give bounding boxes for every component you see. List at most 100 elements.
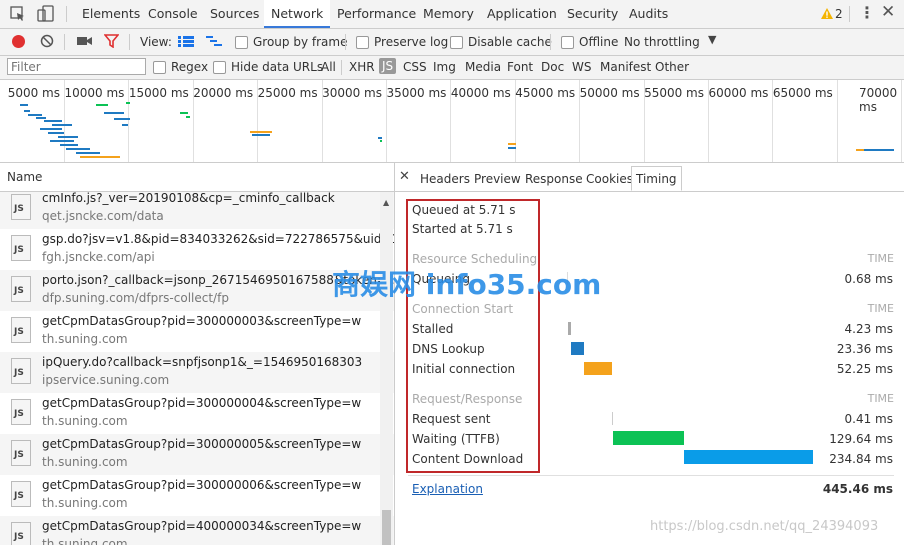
hide-data-urls-checkbox[interactable] xyxy=(213,61,226,74)
detail-tab-cookies[interactable]: Cookies xyxy=(586,172,633,186)
request-name: cmInfo.js?_ver=20190108&cp=_cminfo_callb… xyxy=(42,192,335,205)
bar-content-download xyxy=(684,450,813,464)
filter-type-img[interactable]: Img xyxy=(433,60,456,74)
tab-audits[interactable]: Audits xyxy=(629,0,668,28)
timeline-tick-label: 10000 ms xyxy=(64,86,125,100)
filter-type-ws[interactable]: WS xyxy=(572,60,591,74)
total-time: 445.46 ms xyxy=(822,482,893,496)
waterfall-overview-icon[interactable] xyxy=(206,35,223,48)
overview-bar xyxy=(48,132,64,134)
warning-count: 2 xyxy=(835,7,843,21)
tab-security[interactable]: Security xyxy=(567,0,618,28)
offline-checkbox[interactable] xyxy=(561,36,574,49)
js-file-icon: JS xyxy=(11,522,31,545)
detail-tab-preview[interactable]: Preview xyxy=(474,172,521,186)
name-column-header[interactable]: Name xyxy=(0,163,394,192)
inspect-element-icon[interactable] xyxy=(10,6,26,22)
request-row[interactable]: JS getCpmDatasGroup?pid=300000003&screenT… xyxy=(0,311,394,352)
large-rows-icon[interactable] xyxy=(178,35,194,48)
filter-type-media[interactable]: Media xyxy=(465,60,501,74)
request-domain: th.suning.com xyxy=(42,496,128,510)
overview-bar xyxy=(380,140,382,142)
tab-elements[interactable]: Elements xyxy=(82,0,140,28)
timeline-tick-label: 45000 ms xyxy=(515,86,576,100)
bar-stalled xyxy=(568,322,571,335)
device-toolbar-icon[interactable] xyxy=(37,5,55,23)
label-stalled: Stalled xyxy=(412,322,454,336)
preserve-log-label: Preserve log xyxy=(374,35,449,49)
explanation-link[interactable]: Explanation xyxy=(412,482,483,496)
detail-tab-timing[interactable]: Timing xyxy=(631,166,682,191)
label-waiting-ttfb: Waiting (TTFB) xyxy=(412,432,500,446)
request-row[interactable]: JS getCpmDatasGroup?pid=300000006&screenT… xyxy=(0,475,394,516)
more-options-icon[interactable]: ⋮ xyxy=(859,3,875,22)
clear-icon[interactable] xyxy=(40,34,54,48)
group-by-frame-label: Group by frame xyxy=(253,35,348,49)
filter-type-css[interactable]: CSS xyxy=(403,60,427,74)
tab-sources[interactable]: Sources xyxy=(210,0,259,28)
timeline-tick-label: 20000 ms xyxy=(193,86,254,100)
request-list-scrollbar[interactable]: ▲ xyxy=(380,192,393,545)
filter-type-all[interactable]: All xyxy=(321,60,336,74)
screenshot-camera-icon[interactable] xyxy=(77,35,92,47)
timeline-tick-label: 35000 ms xyxy=(386,86,447,100)
started-at: Started at 5.71 s xyxy=(412,222,513,236)
overview-bar xyxy=(80,156,120,158)
tab-console[interactable]: Console xyxy=(148,0,198,28)
regex-checkbox[interactable] xyxy=(153,61,166,74)
overview-bar xyxy=(44,120,62,122)
throttling-dropdown-icon[interactable]: ▼ xyxy=(708,33,716,46)
disable-cache-label: Disable cache xyxy=(468,35,552,49)
request-name: gsp.do?jsv=v1.8&pid=834033262&sid=722786… xyxy=(42,232,394,246)
filter-input[interactable] xyxy=(7,58,146,75)
request-row[interactable]: JS getCpmDatasGroup?pid=400000034&screenT… xyxy=(0,516,394,545)
filter-type-js[interactable]: JS xyxy=(379,58,397,74)
detail-tab-response[interactable]: Response xyxy=(525,172,583,186)
filter-type-doc[interactable]: Doc xyxy=(541,60,564,74)
footer-watermark: https://blog.csdn.net/qq_24394093 xyxy=(650,519,879,534)
group-by-frame-checkbox[interactable] xyxy=(235,36,248,49)
filter-type-manifest[interactable]: Manifest xyxy=(600,60,651,74)
throttling-select[interactable]: No throttling xyxy=(624,35,700,49)
disable-cache-checkbox[interactable] xyxy=(450,36,463,49)
overview-bar xyxy=(122,124,128,126)
tab-network[interactable]: Network xyxy=(264,0,331,28)
preserve-log-checkbox[interactable] xyxy=(356,36,369,49)
hide-data-urls-label: Hide data URLs xyxy=(231,60,324,74)
js-file-icon: JS xyxy=(11,194,31,220)
request-row[interactable]: JS getCpmDatasGroup?pid=300000005&screenT… xyxy=(0,434,394,475)
timeline-tick-label: 50000 ms xyxy=(579,86,640,100)
time-header: TIME xyxy=(867,392,894,405)
watermark: 商娱网 info35.com xyxy=(332,268,602,301)
tab-memory[interactable]: Memory xyxy=(423,0,474,28)
timeline-tick-label: 60000 ms xyxy=(708,86,769,100)
warning-icon[interactable] xyxy=(820,7,834,20)
timeline-gridline xyxy=(836,80,838,162)
value-initial-connection: 52.25 ms xyxy=(836,362,893,376)
request-list: JS cmInfo.js?_ver=20190108&cp=_cminfo_cal… xyxy=(0,192,394,545)
tab-application[interactable]: Application xyxy=(487,0,557,28)
divider xyxy=(408,475,894,476)
filter-type-xhr[interactable]: XHR xyxy=(349,60,375,74)
scroll-up-arrow-icon[interactable]: ▲ xyxy=(383,198,389,207)
bar-initial-connection xyxy=(584,362,612,375)
label-initial-connection: Initial connection xyxy=(412,362,516,376)
scrollbar-thumb[interactable] xyxy=(382,510,391,545)
detail-tab-headers[interactable]: Headers xyxy=(420,172,470,186)
request-row[interactable]: JS cmInfo.js?_ver=20190108&cp=_cminfo_cal… xyxy=(0,192,394,229)
filter-type-font[interactable]: Font xyxy=(507,60,533,74)
overview-bar xyxy=(252,134,270,136)
filter-funnel-icon[interactable] xyxy=(104,34,119,48)
request-row[interactable]: JS ipQuery.do?callback=snpfjsonp1&_=15469… xyxy=(0,352,394,393)
js-file-icon: JS xyxy=(11,440,31,466)
label-content-download: Content Download xyxy=(412,452,524,466)
record-icon[interactable] xyxy=(12,35,25,48)
timeline-tick-label: 40000 ms xyxy=(450,86,511,100)
close-detail-icon[interactable]: ✕ xyxy=(399,169,410,184)
value-queueing: 0.68 ms xyxy=(844,272,893,286)
request-row[interactable]: JS getCpmDatasGroup?pid=300000004&screenT… xyxy=(0,393,394,434)
overview-bar xyxy=(856,149,864,151)
tab-performance[interactable]: Performance xyxy=(337,0,416,28)
close-devtools-icon[interactable]: ✕ xyxy=(881,2,895,22)
filter-type-other[interactable]: Other xyxy=(655,60,689,74)
